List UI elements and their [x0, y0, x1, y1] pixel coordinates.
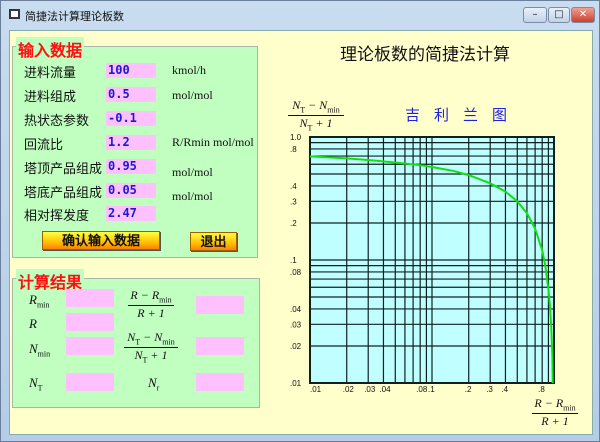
y-tick-label: .8	[290, 145, 297, 154]
y-tick-label: .1	[290, 256, 297, 265]
y-tick-label: 1.0	[290, 133, 302, 142]
y-tick-label: .04	[290, 305, 302, 314]
y-tick-label: .03	[290, 320, 302, 329]
x-tick-label: .4	[501, 385, 508, 394]
x-tick-label: .04	[379, 385, 391, 394]
x-tick-label: .2	[465, 385, 472, 394]
y-tick-label: .4	[290, 182, 297, 191]
x-tick-label: .8	[538, 385, 545, 394]
y-tick-label: .3	[290, 197, 297, 206]
y-tick-label: .02	[290, 342, 302, 351]
x-tick-label: .1	[428, 385, 435, 394]
x-tick-label: .03	[364, 385, 376, 394]
y-tick-label: .08	[290, 268, 302, 277]
gilliland-chart: .01.02.03.04.08.1.2.3.4.81.0.8.4.3.2.1.0…	[290, 133, 555, 394]
x-tick-label: .3	[486, 385, 493, 394]
x-tick-label: .08	[416, 385, 428, 394]
y-tick-label: .01	[290, 379, 302, 388]
x-tick-label: .01	[310, 385, 322, 394]
y-tick-label: .2	[290, 219, 297, 228]
x-tick-label: .02	[343, 385, 355, 394]
